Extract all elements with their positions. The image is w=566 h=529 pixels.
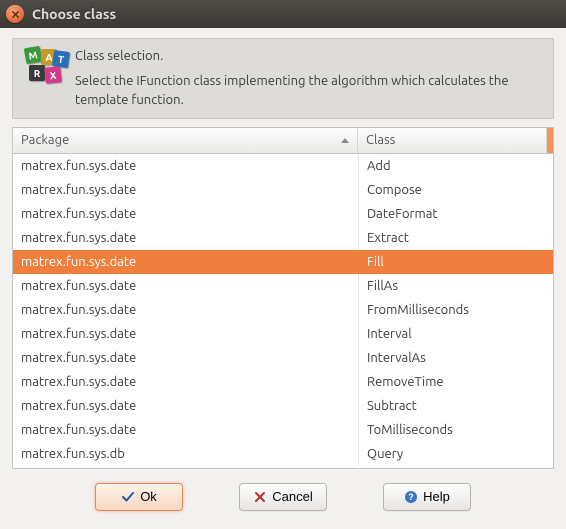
cell-package: matrex.fun.sys.date — [13, 375, 358, 389]
cell-package: matrex.fun.sys.date — [13, 183, 358, 197]
table-row[interactable]: matrex.fun.sys.dateFill — [13, 250, 553, 274]
cell-package: matrex.fun.sys.date — [13, 399, 358, 413]
cell-package: matrex.fun.sys.date — [13, 423, 358, 437]
table-row[interactable]: matrex.fun.sys.dbQuery — [13, 442, 553, 466]
cell-package: matrex.fun.sys.date — [13, 351, 358, 365]
app-logo-icon: M A T R X — [23, 47, 65, 89]
table-row[interactable]: matrex.fun.sys.dateExtract — [13, 226, 553, 250]
cell-package: matrex.fun.sys.date — [13, 159, 358, 173]
cell-package: matrex.fun.sys.date — [13, 255, 358, 269]
cell-class: ToMilliseconds — [358, 418, 553, 442]
titlebar: Choose class — [0, 0, 566, 28]
table-row[interactable]: matrex.fun.sys.dateCompose — [13, 178, 553, 202]
cell-class: IntervalAs — [358, 346, 553, 370]
column-header-package-label: Package — [21, 133, 69, 147]
cell-class: Extract — [358, 226, 553, 250]
info-text: Class selection. Select the IFunction cl… — [75, 47, 543, 110]
column-header-class-label: Class — [366, 133, 395, 147]
cell-class: Add — [358, 154, 553, 178]
table-row[interactable]: matrex.fun.sys.dateToMilliseconds — [13, 418, 553, 442]
table-row[interactable]: matrex.fun.sys.dateDateFormat — [13, 202, 553, 226]
cell-package: matrex.fun.sys.db — [13, 447, 358, 461]
info-body: Select the IFunction class implementing … — [75, 72, 543, 110]
button-bar: Ok Cancel ? Help — [12, 469, 554, 519]
column-header-package[interactable]: Package — [13, 128, 358, 153]
table-row[interactable]: matrex.fun.sys.dateInterval — [13, 322, 553, 346]
sort-ascending-icon — [341, 138, 349, 143]
ok-button-label: Ok — [140, 489, 157, 504]
cell-class: Fill — [358, 250, 553, 274]
dialog-content: M A T R X Class selection. Select the IF… — [0, 28, 566, 529]
window-title: Choose class — [32, 6, 116, 22]
ok-button[interactable]: Ok — [95, 483, 183, 511]
table-row[interactable]: matrex.fun.sys.dateRemoveTime — [13, 370, 553, 394]
cell-class: RemoveTime — [358, 370, 553, 394]
cell-class: FillAs — [358, 274, 553, 298]
help-button-label: Help — [423, 489, 450, 504]
cancel-button[interactable]: Cancel — [239, 483, 327, 511]
cell-package: matrex.fun.sys.date — [13, 327, 358, 341]
table-header: Package Class — [13, 128, 553, 154]
cell-class: Query — [358, 442, 553, 466]
cell-package: matrex.fun.sys.date — [13, 207, 358, 221]
cell-class: Compose — [358, 178, 553, 202]
cell-package: matrex.fun.sys.date — [13, 303, 358, 317]
info-panel: M A T R X Class selection. Select the IF… — [12, 38, 554, 119]
close-icon — [11, 10, 20, 19]
svg-text:?: ? — [408, 492, 414, 502]
cell-package: matrex.fun.sys.date — [13, 279, 358, 293]
help-icon: ? — [404, 490, 418, 504]
table-row[interactable]: matrex.fun.sys.dateIntervalAs — [13, 346, 553, 370]
class-table: Package Class matrex.fun.sys.dateAddmatr… — [12, 127, 554, 469]
table-row[interactable]: matrex.fun.sys.dateFromMilliseconds — [13, 298, 553, 322]
cancel-icon — [253, 490, 267, 504]
cancel-button-label: Cancel — [272, 489, 312, 504]
help-button[interactable]: ? Help — [383, 483, 471, 511]
table-row[interactable]: matrex.fun.sys.dateAdd — [13, 154, 553, 178]
cell-class: DateFormat — [358, 202, 553, 226]
table-row[interactable]: matrex.fun.sys.dateFillAs — [13, 274, 553, 298]
cell-package: matrex.fun.sys.date — [13, 231, 358, 245]
scroll-indicator — [547, 128, 553, 153]
check-icon — [121, 490, 135, 504]
cell-class: FromMilliseconds — [358, 298, 553, 322]
info-title: Class selection. — [75, 47, 543, 66]
column-header-class[interactable]: Class — [358, 128, 547, 153]
table-body: matrex.fun.sys.dateAddmatrex.fun.sys.dat… — [13, 154, 553, 468]
table-row[interactable]: matrex.fun.sys.dateSubtract — [13, 394, 553, 418]
cell-class: Interval — [358, 322, 553, 346]
window-close-button[interactable] — [6, 5, 24, 23]
cell-class: Subtract — [358, 394, 553, 418]
